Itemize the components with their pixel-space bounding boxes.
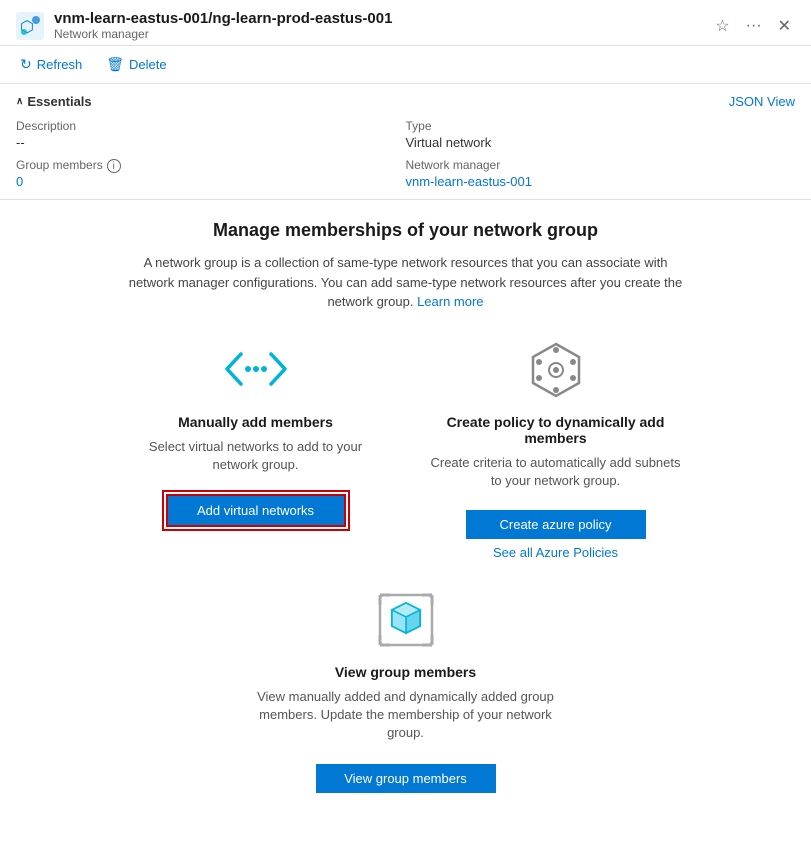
json-view-link[interactable]: JSON View <box>729 94 795 109</box>
create-policy-card: Create policy to dynamically add members… <box>426 340 686 560</box>
essentials-col-right: Type Virtual network Network manager vnm… <box>406 119 796 189</box>
view-group-members-btn-wrapper: View group members <box>316 764 496 793</box>
manage-memberships-description: A network group is a collection of same-… <box>126 253 686 312</box>
more-button[interactable]: ··· <box>742 15 766 37</box>
chevron-icon: ∧ <box>16 96 23 107</box>
essentials-col-left: Description -- Group members i 0 <box>16 119 406 189</box>
title-bar: ⬡ vnm-learn-eastus-001/ng-learn-prod-eas… <box>0 0 811 46</box>
group-members-value[interactable]: 0 <box>16 174 406 189</box>
create-policy-title: Create policy to dynamically add members <box>426 414 686 446</box>
delete-button[interactable]: 🗑 Delete <box>102 54 170 75</box>
refresh-icon: ↻ <box>20 56 32 73</box>
create-policy-btn-wrapper: Create azure policy See all Azure Polici… <box>466 510 646 560</box>
description-field: Description -- <box>16 119 406 150</box>
create-policy-icon <box>521 340 591 400</box>
main-content: Manage memberships of your network group… <box>0 200 811 813</box>
close-button[interactable]: ✕ <box>774 14 795 38</box>
manually-add-icon <box>221 340 291 400</box>
refresh-label: Refresh <box>37 57 83 72</box>
essentials-header: ∧ Essentials JSON View <box>16 94 795 109</box>
add-virtual-networks-btn-wrapper: Add virtual networks <box>166 494 346 527</box>
see-all-azure-policies-link[interactable]: See all Azure Policies <box>466 545 646 560</box>
view-group-members-desc: View manually added and dynamically adde… <box>256 688 556 743</box>
add-virtual-networks-button[interactable]: Add virtual networks <box>166 494 346 527</box>
cards-row: Manually add members Select virtual netw… <box>40 340 771 560</box>
view-group-members-icon <box>370 590 442 650</box>
title-bar-actions: ☆ ··· ✕ <box>711 14 795 38</box>
manually-add-desc: Select virtual networks to add to your n… <box>126 438 386 474</box>
view-group-members-card: View group members View manually added a… <box>40 590 771 794</box>
network-manager-field: Network manager vnm-learn-eastus-001 <box>406 158 796 189</box>
view-group-members-title: View group members <box>335 664 476 680</box>
create-policy-desc: Create criteria to automatically add sub… <box>426 454 686 490</box>
view-group-members-button[interactable]: View group members <box>316 764 496 793</box>
delete-icon: 🗑 <box>106 56 124 73</box>
refresh-button[interactable]: ↻ Refresh <box>16 54 86 75</box>
toolbar: ↻ Refresh 🗑 Delete <box>0 46 811 84</box>
essentials-section: ∧ Essentials JSON View Description -- Gr… <box>0 84 811 200</box>
type-field: Type Virtual network <box>406 119 796 150</box>
favorite-button[interactable]: ☆ <box>711 14 733 38</box>
essentials-title: ∧ Essentials <box>16 94 92 109</box>
manage-memberships-title: Manage memberships of your network group <box>40 220 771 241</box>
group-members-field: Group members i 0 <box>16 158 406 189</box>
group-members-info-icon[interactable]: i <box>107 159 121 173</box>
page-subtitle: Network manager <box>54 27 392 41</box>
essentials-grid: Description -- Group members i 0 Type Vi… <box>16 119 795 189</box>
network-manager-value[interactable]: vnm-learn-eastus-001 <box>406 174 796 189</box>
create-azure-policy-button[interactable]: Create azure policy <box>466 510 646 539</box>
manually-add-card: Manually add members Select virtual netw… <box>126 340 386 560</box>
manually-add-title: Manually add members <box>178 414 333 430</box>
delete-label: Delete <box>129 57 167 72</box>
title-bar-text: vnm-learn-eastus-001/ng-learn-prod-eastu… <box>54 10 392 41</box>
page-title: vnm-learn-eastus-001/ng-learn-prod-eastu… <box>54 10 392 27</box>
learn-more-link[interactable]: Learn more <box>417 294 483 309</box>
network-manager-icon: ⬡ <box>16 12 44 40</box>
